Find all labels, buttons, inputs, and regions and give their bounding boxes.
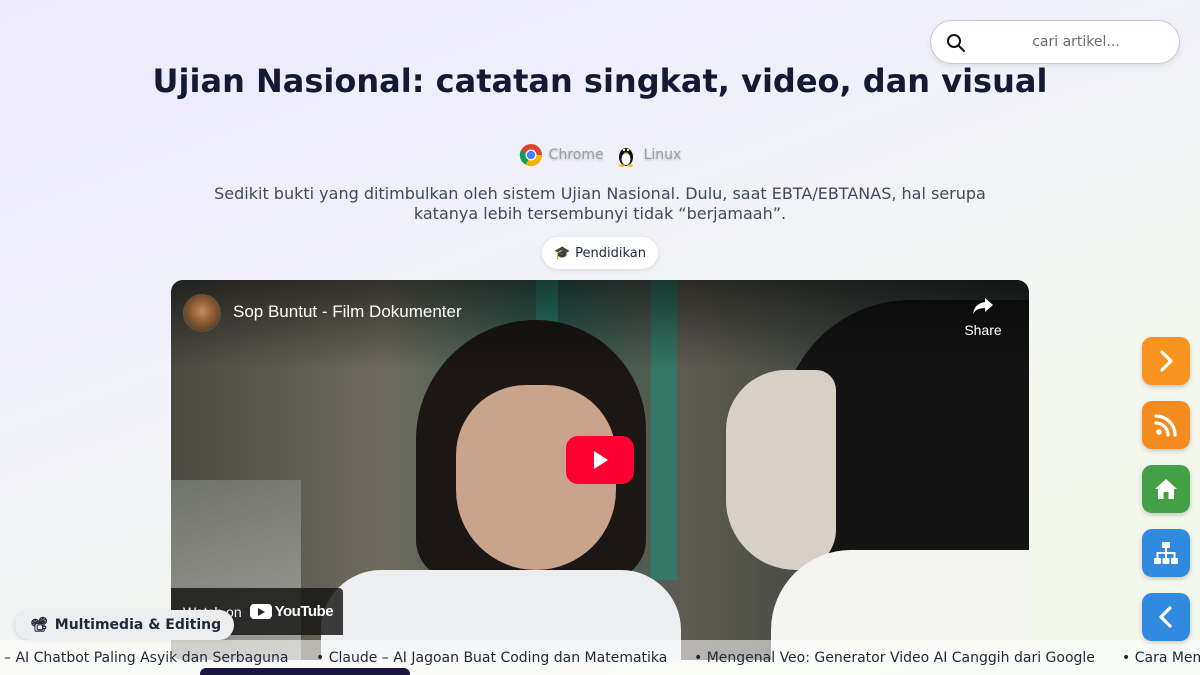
prev-button[interactable] bbox=[1142, 593, 1190, 641]
news-ticker: – AI Chatbot Paling Asyik dan Serbaguna … bbox=[0, 640, 1200, 675]
home-button[interactable] bbox=[1142, 465, 1190, 513]
play-icon bbox=[594, 451, 608, 469]
sitemap-button[interactable] bbox=[1142, 529, 1190, 577]
platform-linux: Linux bbox=[614, 143, 682, 167]
share-button[interactable]: Share bbox=[957, 294, 1009, 344]
share-label: Share bbox=[964, 322, 1002, 338]
article-description: Sedikit bukti yang ditimbulkan oleh sist… bbox=[214, 184, 986, 223]
category-chip-label: Multimedia & Editing bbox=[54, 617, 222, 633]
category-tag-label: Pendidikan bbox=[575, 245, 647, 261]
chrome-icon bbox=[519, 144, 542, 166]
platform-chrome: Chrome bbox=[519, 143, 604, 167]
search-icon[interactable] bbox=[946, 33, 966, 53]
video-title[interactable]: Sop Buntut - Film Dokumenter bbox=[233, 302, 462, 322]
graduation-cap-icon: 🎓 bbox=[553, 245, 571, 261]
rss-icon bbox=[1154, 414, 1177, 437]
ticker-item[interactable]: – AI Chatbot Paling Asyik dan Serbaguna bbox=[4, 650, 288, 666]
youtube-play-icon bbox=[249, 604, 272, 619]
category-chip[interactable]: 📽 Multimedia & Editing bbox=[15, 610, 234, 640]
platform-linux-label: Linux bbox=[643, 147, 682, 163]
platform-chrome-label: Chrome bbox=[548, 147, 604, 163]
youtube-logo: YouTube bbox=[249, 603, 334, 620]
chevron-right-icon bbox=[1160, 350, 1173, 372]
search-box[interactable] bbox=[930, 20, 1180, 64]
youtube-brand: YouTube bbox=[274, 603, 334, 620]
ticker-item[interactable]: • Mengenal Veo: Generator Video AI Cangg… bbox=[694, 650, 1095, 666]
sitemap-icon bbox=[1154, 542, 1178, 564]
home-icon bbox=[1155, 479, 1177, 499]
share-icon bbox=[973, 298, 993, 314]
page-title: Ujian Nasional: catatan singkat, video, … bbox=[152, 62, 1048, 100]
chevron-left-icon bbox=[1159, 606, 1172, 628]
youtube-embed[interactable]: Sop Buntut - Film Dokumenter Share Watch… bbox=[171, 280, 1029, 660]
ticker-item[interactable]: • Claude – AI Jagoan Buat Coding dan Mat… bbox=[316, 650, 667, 666]
channel-avatar[interactable] bbox=[183, 294, 221, 332]
play-button[interactable] bbox=[566, 436, 634, 484]
film-camera-icon: 📽 bbox=[30, 617, 48, 633]
next-button[interactable] bbox=[1142, 337, 1190, 385]
ticker-item[interactable]: • Cara Mem bbox=[1122, 650, 1200, 666]
search-input[interactable] bbox=[991, 29, 1161, 55]
rss-button[interactable] bbox=[1142, 401, 1190, 449]
category-tag[interactable]: 🎓 Pendidikan bbox=[542, 237, 658, 269]
platform-list: Chrome Linux bbox=[0, 141, 1200, 169]
linux-tux-icon bbox=[618, 148, 633, 167]
